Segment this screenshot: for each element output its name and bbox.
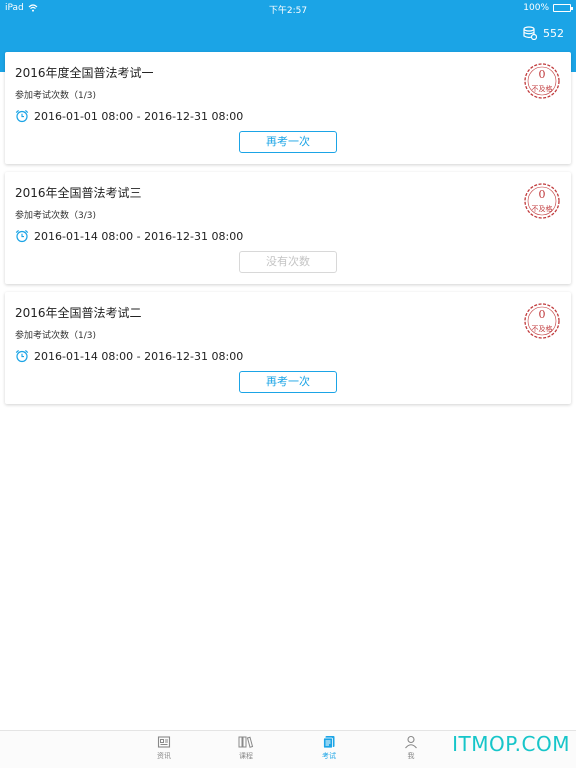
exam-title: 2016年全国普法考试二 xyxy=(15,306,142,320)
battery-icon xyxy=(553,4,573,12)
battery: 100% xyxy=(523,3,573,13)
exam-attempts: 参加考试次数（1/3) xyxy=(15,91,96,101)
alarm-clock-icon xyxy=(15,349,29,363)
exam-time-range: 2016-01-14 08:00 - 2016-12-31 08:00 xyxy=(34,229,244,243)
alarm-clock-icon xyxy=(15,109,29,123)
exam-title: 2016年全国普法考试三 xyxy=(15,186,142,200)
stamp-score: 0 xyxy=(538,68,546,81)
exam-time: 2016-01-14 08:00 - 2016-12-31 08:00 xyxy=(15,349,243,363)
exam-card[interactable]: 2016年全国普法考试三 参加考试次数（3/3) 2016-01-14 08:0… xyxy=(5,172,571,284)
fail-stamp: 0 不及格 xyxy=(523,62,561,100)
status-time: 下午2:57 xyxy=(268,6,308,16)
tab-news[interactable]: 资讯 xyxy=(144,735,184,761)
stamp-score: 0 xyxy=(538,308,546,321)
coins-balance[interactable]: 552 xyxy=(523,26,564,40)
no-attempts-button: 没有次数 xyxy=(239,251,337,273)
exam-attempts: 参加考试次数（1/3) xyxy=(15,331,96,341)
books-icon xyxy=(238,736,254,748)
exam-time-range: 2016-01-14 08:00 - 2016-12-31 08:00 xyxy=(34,349,244,363)
person-icon xyxy=(405,735,417,749)
coins-icon xyxy=(523,26,537,40)
exam-card[interactable]: 2016年度全国普法考试一 参加考试次数（1/3) 2016-01-01 08:… xyxy=(5,52,571,164)
tab-label: 考试 xyxy=(322,752,336,760)
stamp-result: 不及格 xyxy=(531,85,553,93)
news-icon xyxy=(157,736,171,748)
exam-time: 2016-01-01 08:00 - 2016-12-31 08:00 xyxy=(15,109,243,123)
watermark: ITMOP.COM xyxy=(452,732,570,756)
tab-exam[interactable]: 考试 xyxy=(309,735,349,761)
fail-stamp: 0 不及格 xyxy=(523,302,561,340)
exam-attempts: 参加考试次数（3/3) xyxy=(15,211,96,221)
stamp-result: 不及格 xyxy=(531,205,553,213)
exam-card[interactable]: 2016年全国普法考试二 参加考试次数（1/3) 2016-01-14 08:0… xyxy=(5,292,571,404)
retake-button[interactable]: 再考一次 xyxy=(239,371,337,393)
tab-label: 课程 xyxy=(239,752,253,760)
tab-label: 资讯 xyxy=(157,752,171,760)
exam-icon xyxy=(323,736,335,749)
alarm-clock-icon xyxy=(15,229,29,243)
battery-percent: 100% xyxy=(523,3,549,13)
tab-me[interactable]: 我 xyxy=(391,735,431,761)
tab-label: 我 xyxy=(407,752,415,760)
exam-time: 2016-01-14 08:00 - 2016-12-31 08:00 xyxy=(15,229,243,243)
stamp-result: 不及格 xyxy=(531,325,553,333)
exam-title: 2016年度全国普法考试一 xyxy=(15,66,154,80)
tab-courses[interactable]: 课程 xyxy=(226,735,266,761)
coins-count: 552 xyxy=(543,26,564,40)
exam-time-range: 2016-01-01 08:00 - 2016-12-31 08:00 xyxy=(34,109,244,123)
stamp-score: 0 xyxy=(538,188,546,201)
status-bar: iPad 下午2:57 100% xyxy=(0,0,576,16)
fail-stamp: 0 不及格 xyxy=(523,182,561,220)
retake-button[interactable]: 再考一次 xyxy=(239,131,337,153)
